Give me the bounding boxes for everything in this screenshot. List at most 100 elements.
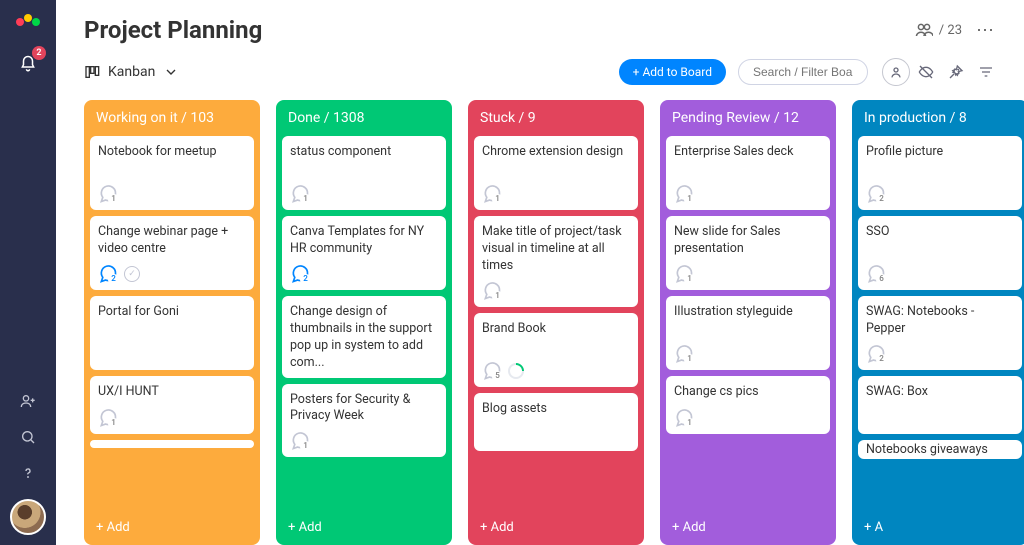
column-header[interactable]: Working on it / 103 xyxy=(84,100,260,136)
kanban-card[interactable]: Portal for Goni xyxy=(90,296,254,370)
card-title: Illustration styleguide xyxy=(674,304,822,338)
hide-button[interactable] xyxy=(912,58,940,86)
kanban-card[interactable]: Chrome extension design 1 xyxy=(474,136,638,210)
notifications-button[interactable]: 2 xyxy=(16,52,40,76)
page-title: Project Planning xyxy=(84,16,915,44)
kanban-column: Done / 1308 status component 1 Canva Templa… xyxy=(276,100,452,545)
notifications-badge: 2 xyxy=(32,46,46,60)
add-card-button[interactable]: + Add xyxy=(84,512,260,545)
invite-member-button[interactable] xyxy=(10,383,46,419)
chat-icon[interactable]: 2 xyxy=(866,184,886,204)
card-title: Enterprise Sales deck xyxy=(674,144,822,178)
kanban-card[interactable]: Illustration styleguide 1 xyxy=(666,296,830,370)
add-card-button[interactable]: + A xyxy=(852,512,1024,545)
chat-icon[interactable]: 1 xyxy=(674,264,694,284)
kanban-card[interactable]: Brand Book 5 xyxy=(474,313,638,387)
kanban-card[interactable]: Notebooks giveaways xyxy=(858,440,1022,459)
chat-icon[interactable]: 2 xyxy=(866,344,886,364)
kanban-card[interactable]: Canva Templates for NY HR community2 xyxy=(282,216,446,290)
chat-icon[interactable]: 2 xyxy=(290,264,310,284)
app-logo[interactable] xyxy=(16,10,40,34)
kanban-card[interactable]: Change cs pics 1 xyxy=(666,376,830,434)
chat-icon[interactable]: 1 xyxy=(482,184,502,204)
card-title: status component xyxy=(290,144,438,178)
column-header[interactable]: Done / 1308 xyxy=(276,100,452,136)
card-title: Change cs pics xyxy=(674,384,822,402)
kanban-card[interactable]: Change webinar page + video centre 2 xyxy=(90,216,254,290)
column-body: Profile picture2 SSO 6 SWAG: Notebooks - Pe… xyxy=(852,136,1024,512)
help-button[interactable] xyxy=(10,455,46,491)
view-switcher[interactable]: Kanban xyxy=(84,64,179,80)
person-filter-button[interactable] xyxy=(882,58,910,86)
column-header[interactable]: Pending Review / 12 xyxy=(660,100,836,136)
chat-icon[interactable]: 5 xyxy=(482,361,502,381)
search-input[interactable] xyxy=(738,59,868,85)
chevron-down-icon xyxy=(163,64,179,80)
kanban-icon xyxy=(84,64,100,80)
kanban-card[interactable]: Notebook for meetup 1 xyxy=(90,136,254,210)
add-card-button[interactable]: + Add xyxy=(468,512,644,545)
card-title: Chrome extension design xyxy=(482,144,630,178)
chat-icon[interactable]: 1 xyxy=(98,184,118,204)
left-rail: 2 xyxy=(0,0,56,545)
card-title: Portal for Goni xyxy=(98,304,246,364)
card-title: UX/I HUNT xyxy=(98,384,246,402)
card-title: SSO xyxy=(866,224,1014,258)
chat-icon[interactable]: 1 xyxy=(674,344,694,364)
card-title: SWAG: Box xyxy=(866,384,1014,428)
chat-icon[interactable]: 6 xyxy=(866,264,886,284)
card-title: Make title of project/task visual in tim… xyxy=(482,224,630,275)
add-card-button[interactable]: + Add xyxy=(660,512,836,545)
kanban-card[interactable]: UX/I HUNT 1 xyxy=(90,376,254,434)
kanban-board: Working on it / 103Notebook for meetup1C… xyxy=(56,100,1024,545)
kanban-column: In production / 8Profile picture2 SSO 6 SWA… xyxy=(852,100,1024,545)
members-count[interactable]: / 23 xyxy=(915,21,962,39)
card-title: Change webinar page + video centre xyxy=(98,224,246,258)
card-title: Change design of thumbnails in the suppo… xyxy=(290,304,438,372)
card-title: SWAG: Notebooks - Pepper xyxy=(866,304,1014,338)
chat-icon[interactable]: 2 xyxy=(98,264,118,284)
members-icon xyxy=(915,21,933,39)
header: Project Planning / 23 ⋯ xyxy=(56,0,1024,48)
card-title: Notebook for meetup xyxy=(98,144,246,178)
add-card-button[interactable]: + Add xyxy=(276,512,452,545)
user-avatar[interactable] xyxy=(10,499,46,535)
card-title: Brand Book xyxy=(482,321,630,355)
filter-button[interactable] xyxy=(972,58,1000,86)
kanban-column: Working on it / 103 Notebook for meetup 1 C… xyxy=(84,100,260,545)
kanban-column: Pending Review / 12Enterprise Sales deck… xyxy=(660,100,836,545)
column-header[interactable]: In production / 8 xyxy=(852,100,1024,136)
kanban-card[interactable]: status component 1 xyxy=(282,136,446,210)
chat-icon[interactable]: 1 xyxy=(290,184,310,204)
card-title: Notebooks giveaways xyxy=(866,442,1014,459)
progress-icon xyxy=(508,363,524,379)
more-menu[interactable]: ⋯ xyxy=(976,20,996,41)
kanban-card[interactable]: Posters for Security & Privacy Week 1 xyxy=(282,384,446,458)
column-body: Notebook for meetup 1 Change webinar page … xyxy=(84,136,260,512)
kanban-card[interactable]: Enterprise Sales deck 1 xyxy=(666,136,830,210)
kanban-card[interactable]: Blog assets xyxy=(474,393,638,451)
chat-icon[interactable]: 1 xyxy=(98,408,118,428)
kanban-card[interactable]: Make title of project/task visual in tim… xyxy=(474,216,638,307)
card-title: New slide for Sales presentation xyxy=(674,224,822,258)
search-rail-button[interactable] xyxy=(10,419,46,455)
toolbar: Kanban + Add to Board xyxy=(56,48,1024,100)
kanban-card[interactable]: SWAG: Notebooks - Pepper 2 xyxy=(858,296,1022,370)
chat-icon[interactable]: 1 xyxy=(290,431,310,451)
kanban-card[interactable]: SWAG: Box xyxy=(858,376,1022,434)
column-body: Enterprise Sales deck1New slide for Sale… xyxy=(660,136,836,512)
kanban-card[interactable]: New slide for Sales presentation 1 xyxy=(666,216,830,290)
kanban-card[interactable]: Change design of thumbnails in the suppo… xyxy=(282,296,446,378)
add-to-board-button[interactable]: + Add to Board xyxy=(619,59,726,85)
card-title: Posters for Security & Privacy Week xyxy=(290,392,438,426)
column-header[interactable]: Stuck / 9 xyxy=(468,100,644,136)
pin-button[interactable] xyxy=(942,58,970,86)
kanban-card[interactable]: Profile picture2 xyxy=(858,136,1022,210)
card-sliver xyxy=(90,440,254,448)
chat-icon[interactable]: 1 xyxy=(674,408,694,428)
card-title: Blog assets xyxy=(482,401,630,445)
chat-icon[interactable]: 1 xyxy=(674,184,694,204)
kanban-column: Stuck / 9 Chrome extension design 1 Make ti… xyxy=(468,100,644,545)
kanban-card[interactable]: SSO 6 xyxy=(858,216,1022,290)
chat-icon[interactable]: 1 xyxy=(482,281,502,301)
